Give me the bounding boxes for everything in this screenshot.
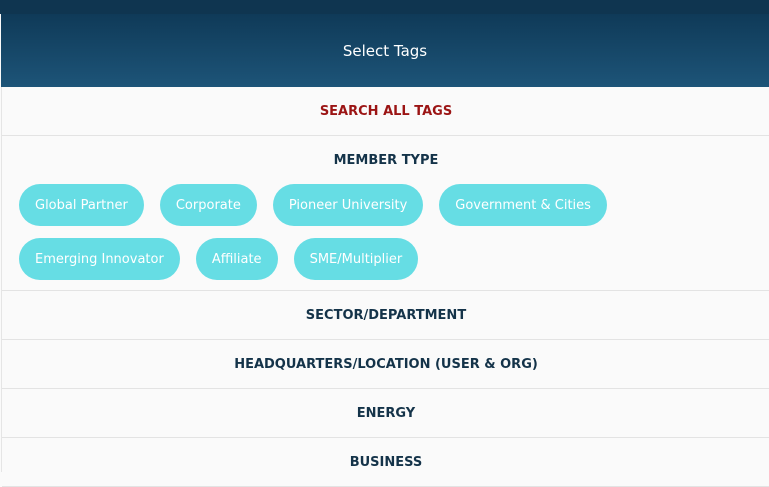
headquarters-location-header[interactable]: HEADQUARTERS/LOCATION (USER & ORG): [2, 340, 769, 388]
tag-affiliate[interactable]: Affiliate: [196, 238, 278, 280]
member-type-header[interactable]: MEMBER TYPE: [2, 136, 769, 184]
top-bar: [0, 0, 769, 14]
search-all-section: SEARCH ALL TAGS: [2, 87, 769, 136]
tag-government-cities[interactable]: Government & Cities: [439, 184, 607, 226]
member-type-tag-list: Global Partner Corporate Pioneer Univers…: [2, 184, 639, 290]
business-header[interactable]: BUSINESS: [2, 438, 769, 486]
energy-section: ENERGY: [2, 389, 769, 438]
modal-title: Select Tags: [343, 42, 427, 60]
sector-department-section: SECTOR/DEPARTMENT: [2, 291, 769, 340]
search-all-tags-link[interactable]: SEARCH ALL TAGS: [2, 87, 769, 135]
tag-emerging-innovator[interactable]: Emerging Innovator: [19, 238, 180, 280]
member-type-section: MEMBER TYPE Global Partner Corporate Pio…: [2, 136, 769, 291]
energy-header[interactable]: ENERGY: [2, 389, 769, 437]
headquarters-location-section: HEADQUARTERS/LOCATION (USER & ORG): [2, 340, 769, 389]
modal-header: Select Tags: [1, 14, 769, 87]
tag-corporate[interactable]: Corporate: [160, 184, 257, 226]
tag-sme-multiplier[interactable]: SME/Multiplier: [294, 238, 419, 280]
tag-pioneer-university[interactable]: Pioneer University: [273, 184, 423, 226]
sector-department-header[interactable]: SECTOR/DEPARTMENT: [2, 291, 769, 339]
tag-global-partner[interactable]: Global Partner: [19, 184, 144, 226]
business-section: BUSINESS: [2, 438, 769, 487]
tag-panel: SEARCH ALL TAGS MEMBER TYPE Global Partn…: [1, 87, 769, 472]
